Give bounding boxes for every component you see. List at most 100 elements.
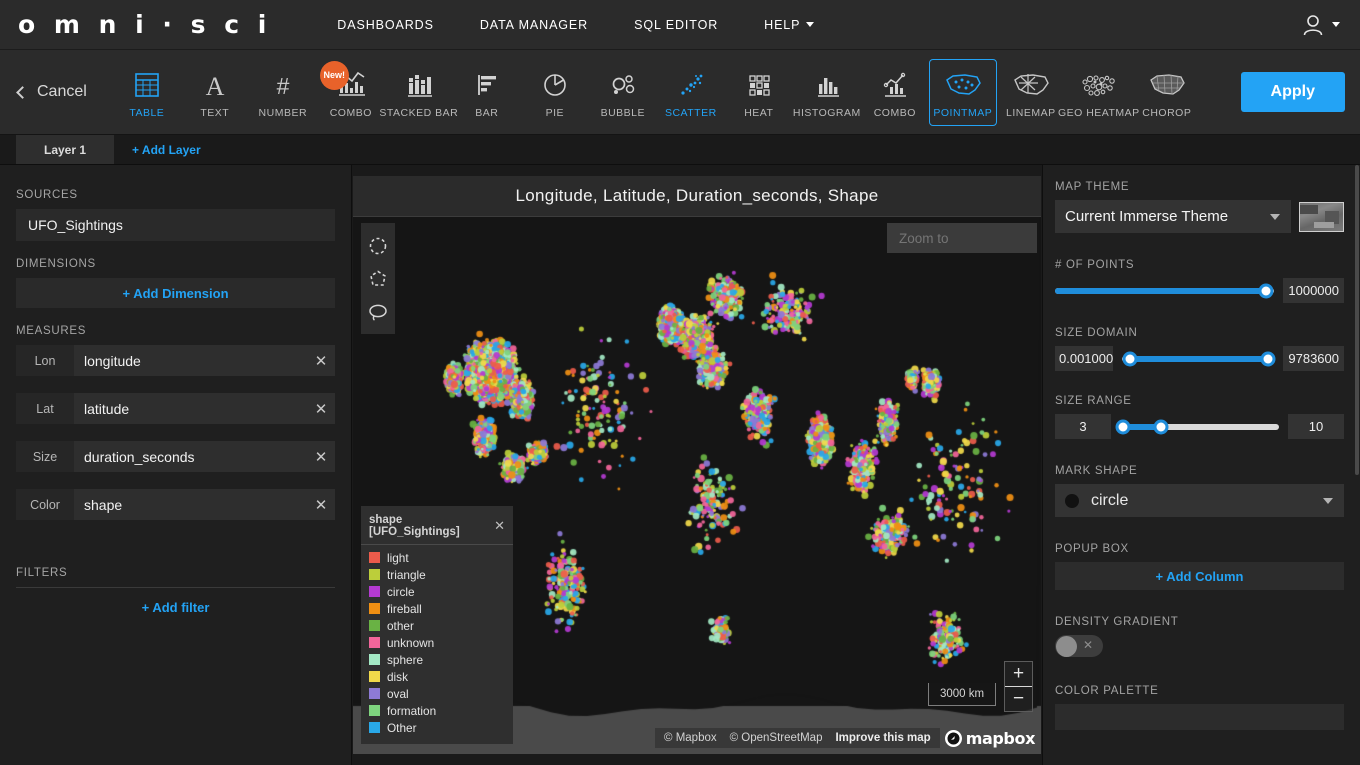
- chart-type-table[interactable]: TABLE: [113, 59, 181, 126]
- legend-item[interactable]: other: [361, 617, 513, 634]
- chart-type-label: COMBO: [873, 106, 916, 119]
- mapbox-attribution-link[interactable]: © Mapbox: [664, 732, 717, 744]
- chart-type-choropleth[interactable]: CHOROP: [1133, 59, 1201, 126]
- legend-color-swatch: [369, 705, 380, 716]
- size-range-slider-track[interactable]: [1115, 419, 1279, 434]
- size-range-label: SIZE RANGE: [1055, 395, 1132, 407]
- chart-type-label: TEXT: [200, 106, 230, 119]
- chart-type-scatter[interactable]: SCATTER: [657, 59, 725, 126]
- map-draw-tools: [361, 223, 395, 334]
- nav-item-dashboards[interactable]: DASHBOARDS: [314, 18, 457, 32]
- legend-item[interactable]: oval: [361, 685, 513, 702]
- chart-type-label: NUMBER: [258, 106, 308, 119]
- map-viewport[interactable]: shape [UFO_Sightings] ✕ light triangle cir…: [353, 217, 1041, 754]
- measure-row-lat[interactable]: Lat latitude ✕: [16, 393, 335, 424]
- legend-item[interactable]: triangle: [361, 566, 513, 583]
- popup-box-label: POPUP BOX: [1055, 543, 1129, 555]
- points-value-input[interactable]: 1000000: [1283, 278, 1344, 303]
- source-select[interactable]: UFO_Sightings: [16, 209, 335, 241]
- cancel-button[interactable]: Cancel: [16, 83, 87, 101]
- size-range-slider-knob-low[interactable]: [1115, 419, 1131, 434]
- add-filter-button[interactable]: + Add filter: [16, 600, 335, 615]
- zoom-out-button[interactable]: −: [1005, 687, 1032, 711]
- points-slider-row: 1000000: [1055, 278, 1344, 303]
- map-theme-value: Current Immerse Theme: [1065, 208, 1229, 225]
- density-gradient-toggle[interactable]: ✕: [1055, 635, 1103, 657]
- chart-type-geo-heatmap[interactable]: GEO HEATMAP: [1058, 59, 1139, 126]
- chart-type-text[interactable]: A TEXT: [181, 59, 249, 126]
- legend-color-swatch: [369, 552, 380, 563]
- chart-type-linemap[interactable]: LINEMAP: [997, 59, 1065, 126]
- remove-measure-icon[interactable]: ✕: [307, 345, 335, 376]
- map-theme-select[interactable]: Current Immerse Theme: [1055, 200, 1291, 233]
- measure-key: Size: [16, 441, 74, 472]
- add-layer-button[interactable]: + Add Layer: [114, 135, 219, 164]
- map-theme-preview-thumbnail[interactable]: [1299, 201, 1344, 232]
- polygon-select-icon[interactable]: [361, 262, 395, 295]
- size-range-slider-knob-high[interactable]: [1153, 419, 1169, 434]
- size-domain-min-input[interactable]: 0.001000: [1055, 346, 1113, 371]
- close-icon[interactable]: ✕: [488, 518, 505, 534]
- chart-type-bubble[interactable]: BUBBLE: [589, 59, 657, 126]
- chevron-down-icon: [1270, 213, 1280, 220]
- chart-type-combo-new[interactable]: New! COMBO: [317, 59, 385, 126]
- lasso-select-icon[interactable]: [361, 295, 395, 328]
- panel-scrollbar[interactable]: [1355, 165, 1359, 475]
- size-domain-label: SIZE DOMAIN: [1055, 327, 1138, 339]
- nav-item-help[interactable]: HELP: [741, 18, 837, 32]
- legend-item[interactable]: circle: [361, 583, 513, 600]
- size-domain-slider-knob-high[interactable]: [1260, 351, 1276, 366]
- legend-item[interactable]: disk: [361, 668, 513, 685]
- remove-measure-icon[interactable]: ✕: [307, 441, 335, 472]
- legend-item[interactable]: light: [361, 549, 513, 566]
- chart-type-stacked-bar[interactable]: STACKED BAR: [379, 59, 458, 126]
- mapbox-logo[interactable]: mapbox: [944, 729, 1035, 748]
- size-domain-slider-knob-low[interactable]: [1122, 351, 1138, 366]
- measure-value[interactable]: duration_seconds: [74, 441, 307, 472]
- chart-type-heat[interactable]: HEAT: [725, 59, 793, 126]
- chart-type-histogram[interactable]: HISTOGRAM: [793, 59, 861, 126]
- chart-type-bar[interactable]: BAR: [453, 59, 521, 126]
- measure-value[interactable]: longitude: [74, 345, 307, 376]
- legend-item[interactable]: formation: [361, 702, 513, 719]
- measure-value[interactable]: shape: [74, 489, 307, 520]
- nav-item-sql-editor[interactable]: SQL EDITOR: [611, 18, 741, 32]
- measure-value[interactable]: latitude: [74, 393, 307, 424]
- add-column-button[interactable]: + Add Column: [1055, 562, 1344, 590]
- chart-type-label: BAR: [475, 106, 499, 119]
- layer-tab-1[interactable]: Layer 1: [16, 135, 115, 164]
- legend-item[interactable]: fireball: [361, 600, 513, 617]
- circle-select-icon[interactable]: [361, 229, 395, 262]
- size-range-min-input[interactable]: 3: [1055, 414, 1111, 439]
- chart-type-pointmap[interactable]: POINTMAP: [928, 58, 997, 126]
- remove-measure-icon[interactable]: ✕: [307, 489, 335, 520]
- measure-row-lon[interactable]: Lon longitude ✕: [16, 345, 335, 376]
- zoom-to-input[interactable]: [887, 223, 1037, 253]
- remove-measure-icon[interactable]: ✕: [307, 393, 335, 424]
- size-domain-max-input[interactable]: 9783600: [1283, 346, 1344, 371]
- zoom-in-button[interactable]: +: [1005, 662, 1032, 686]
- measure-row-color[interactable]: Color shape ✕: [16, 489, 335, 520]
- chart-type-pie[interactable]: PIE: [521, 59, 589, 126]
- size-domain-slider-track[interactable]: [1122, 351, 1276, 366]
- legend-item[interactable]: unknown: [361, 634, 513, 651]
- size-range-max-input[interactable]: 10: [1288, 414, 1344, 439]
- chart-type-combo[interactable]: COMBO: [861, 59, 929, 126]
- nav-item-data-manager[interactable]: DATA MANAGER: [457, 18, 611, 32]
- improve-map-link[interactable]: Improve this map: [835, 732, 930, 744]
- measure-row-size[interactable]: Size duration_seconds ✕: [16, 441, 335, 472]
- osm-attribution-link[interactable]: © OpenStreetMap: [730, 732, 823, 744]
- legend-item[interactable]: sphere: [361, 651, 513, 668]
- points-slider-track[interactable]: [1055, 283, 1275, 298]
- apply-button[interactable]: Apply: [1240, 72, 1345, 112]
- legend-item-label: triangle: [387, 567, 426, 582]
- legend-color-swatch: [369, 654, 380, 665]
- user-menu-button[interactable]: [1300, 12, 1340, 38]
- legend-item[interactable]: Other: [361, 719, 513, 736]
- chart-type-label: CHOROP: [1142, 106, 1192, 119]
- points-slider-knob[interactable]: [1258, 283, 1274, 298]
- mark-shape-select[interactable]: circle: [1055, 484, 1344, 517]
- chart-type-number[interactable]: # NUMBER: [249, 59, 317, 126]
- add-dimension-button[interactable]: + Add Dimension: [16, 278, 335, 308]
- color-palette-box[interactable]: [1055, 704, 1344, 730]
